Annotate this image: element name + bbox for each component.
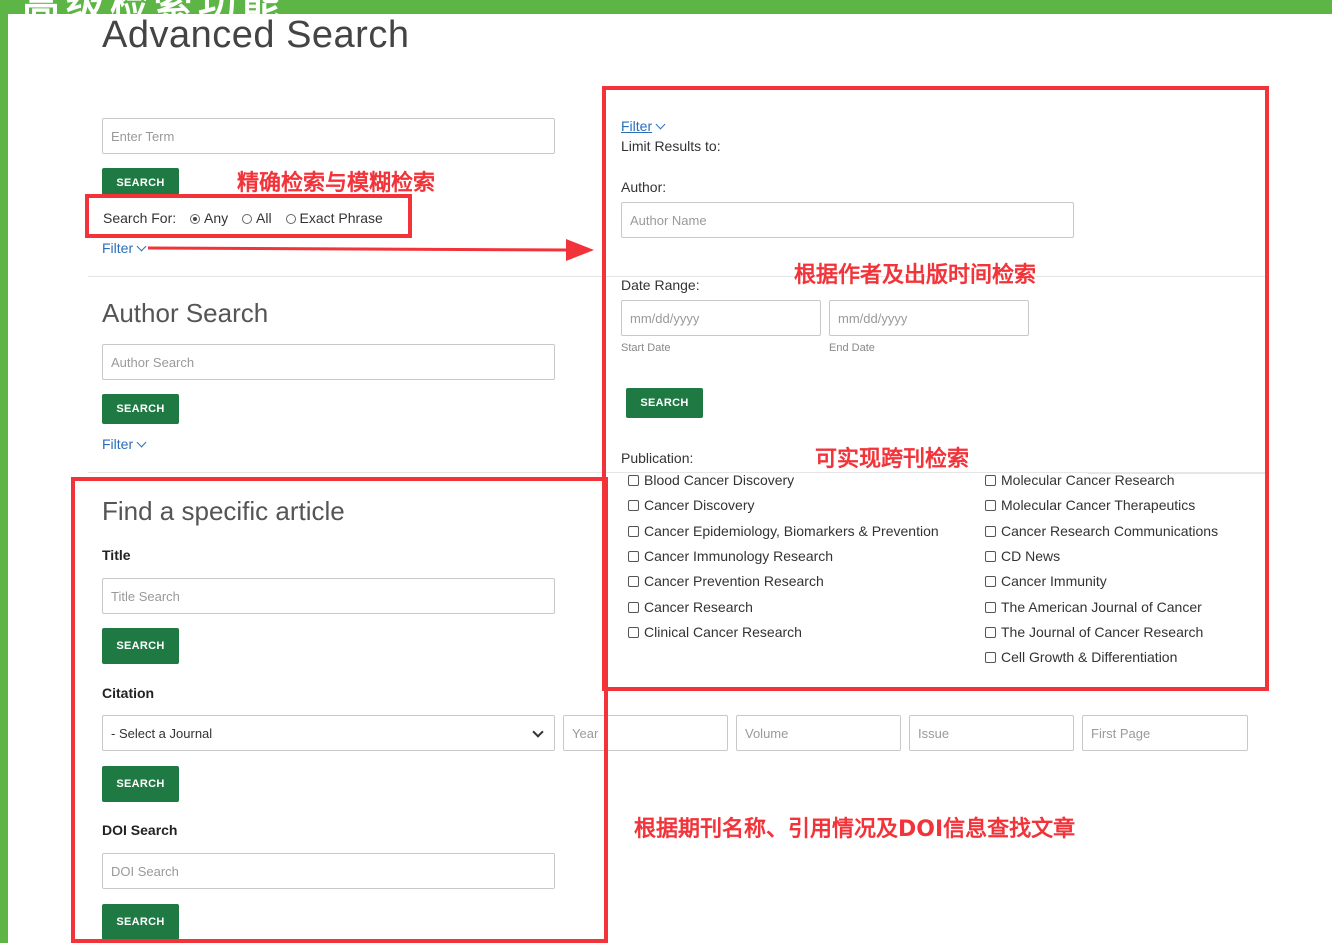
chevron-down-icon <box>136 241 147 252</box>
annotation-cross-journal: 可实现跨刊检索 <box>815 447 970 472</box>
filter-link-author[interactable]: Filter <box>102 436 147 452</box>
volume-input[interactable]: Volume <box>736 715 901 751</box>
annotation-box-search-for <box>85 194 412 238</box>
filter-link-basic[interactable]: Filter <box>102 240 147 256</box>
author-search-button[interactable]: SEARCH <box>102 394 179 424</box>
author-search-title: Author Search <box>102 298 269 328</box>
issue-input[interactable]: Issue <box>909 715 1074 751</box>
chevron-down-icon <box>136 437 147 448</box>
banner-title: 高级检索功能 <box>22 0 286 14</box>
author-search-input[interactable]: Author Search <box>102 344 555 380</box>
page: Advanced Search Enter Term SEARCH Search… <box>8 14 1332 943</box>
first-page-input[interactable]: First Page <box>1082 715 1248 751</box>
annotation-arrow-icon <box>148 239 594 261</box>
annotation-box-filter <box>602 86 1269 691</box>
annotation-box-article <box>71 477 608 943</box>
annotation-find-article: 根据期刊名称、引用情况及DOI信息查找文章 <box>634 817 1076 842</box>
annotation-author-date: 根据作者及出版时间检索 <box>794 263 1037 288</box>
annotation-exact-fuzzy: 精确检索与模糊检索 <box>237 171 436 196</box>
page-title: Advanced Search <box>102 14 410 56</box>
search-term-input[interactable]: Enter Term <box>102 118 555 154</box>
